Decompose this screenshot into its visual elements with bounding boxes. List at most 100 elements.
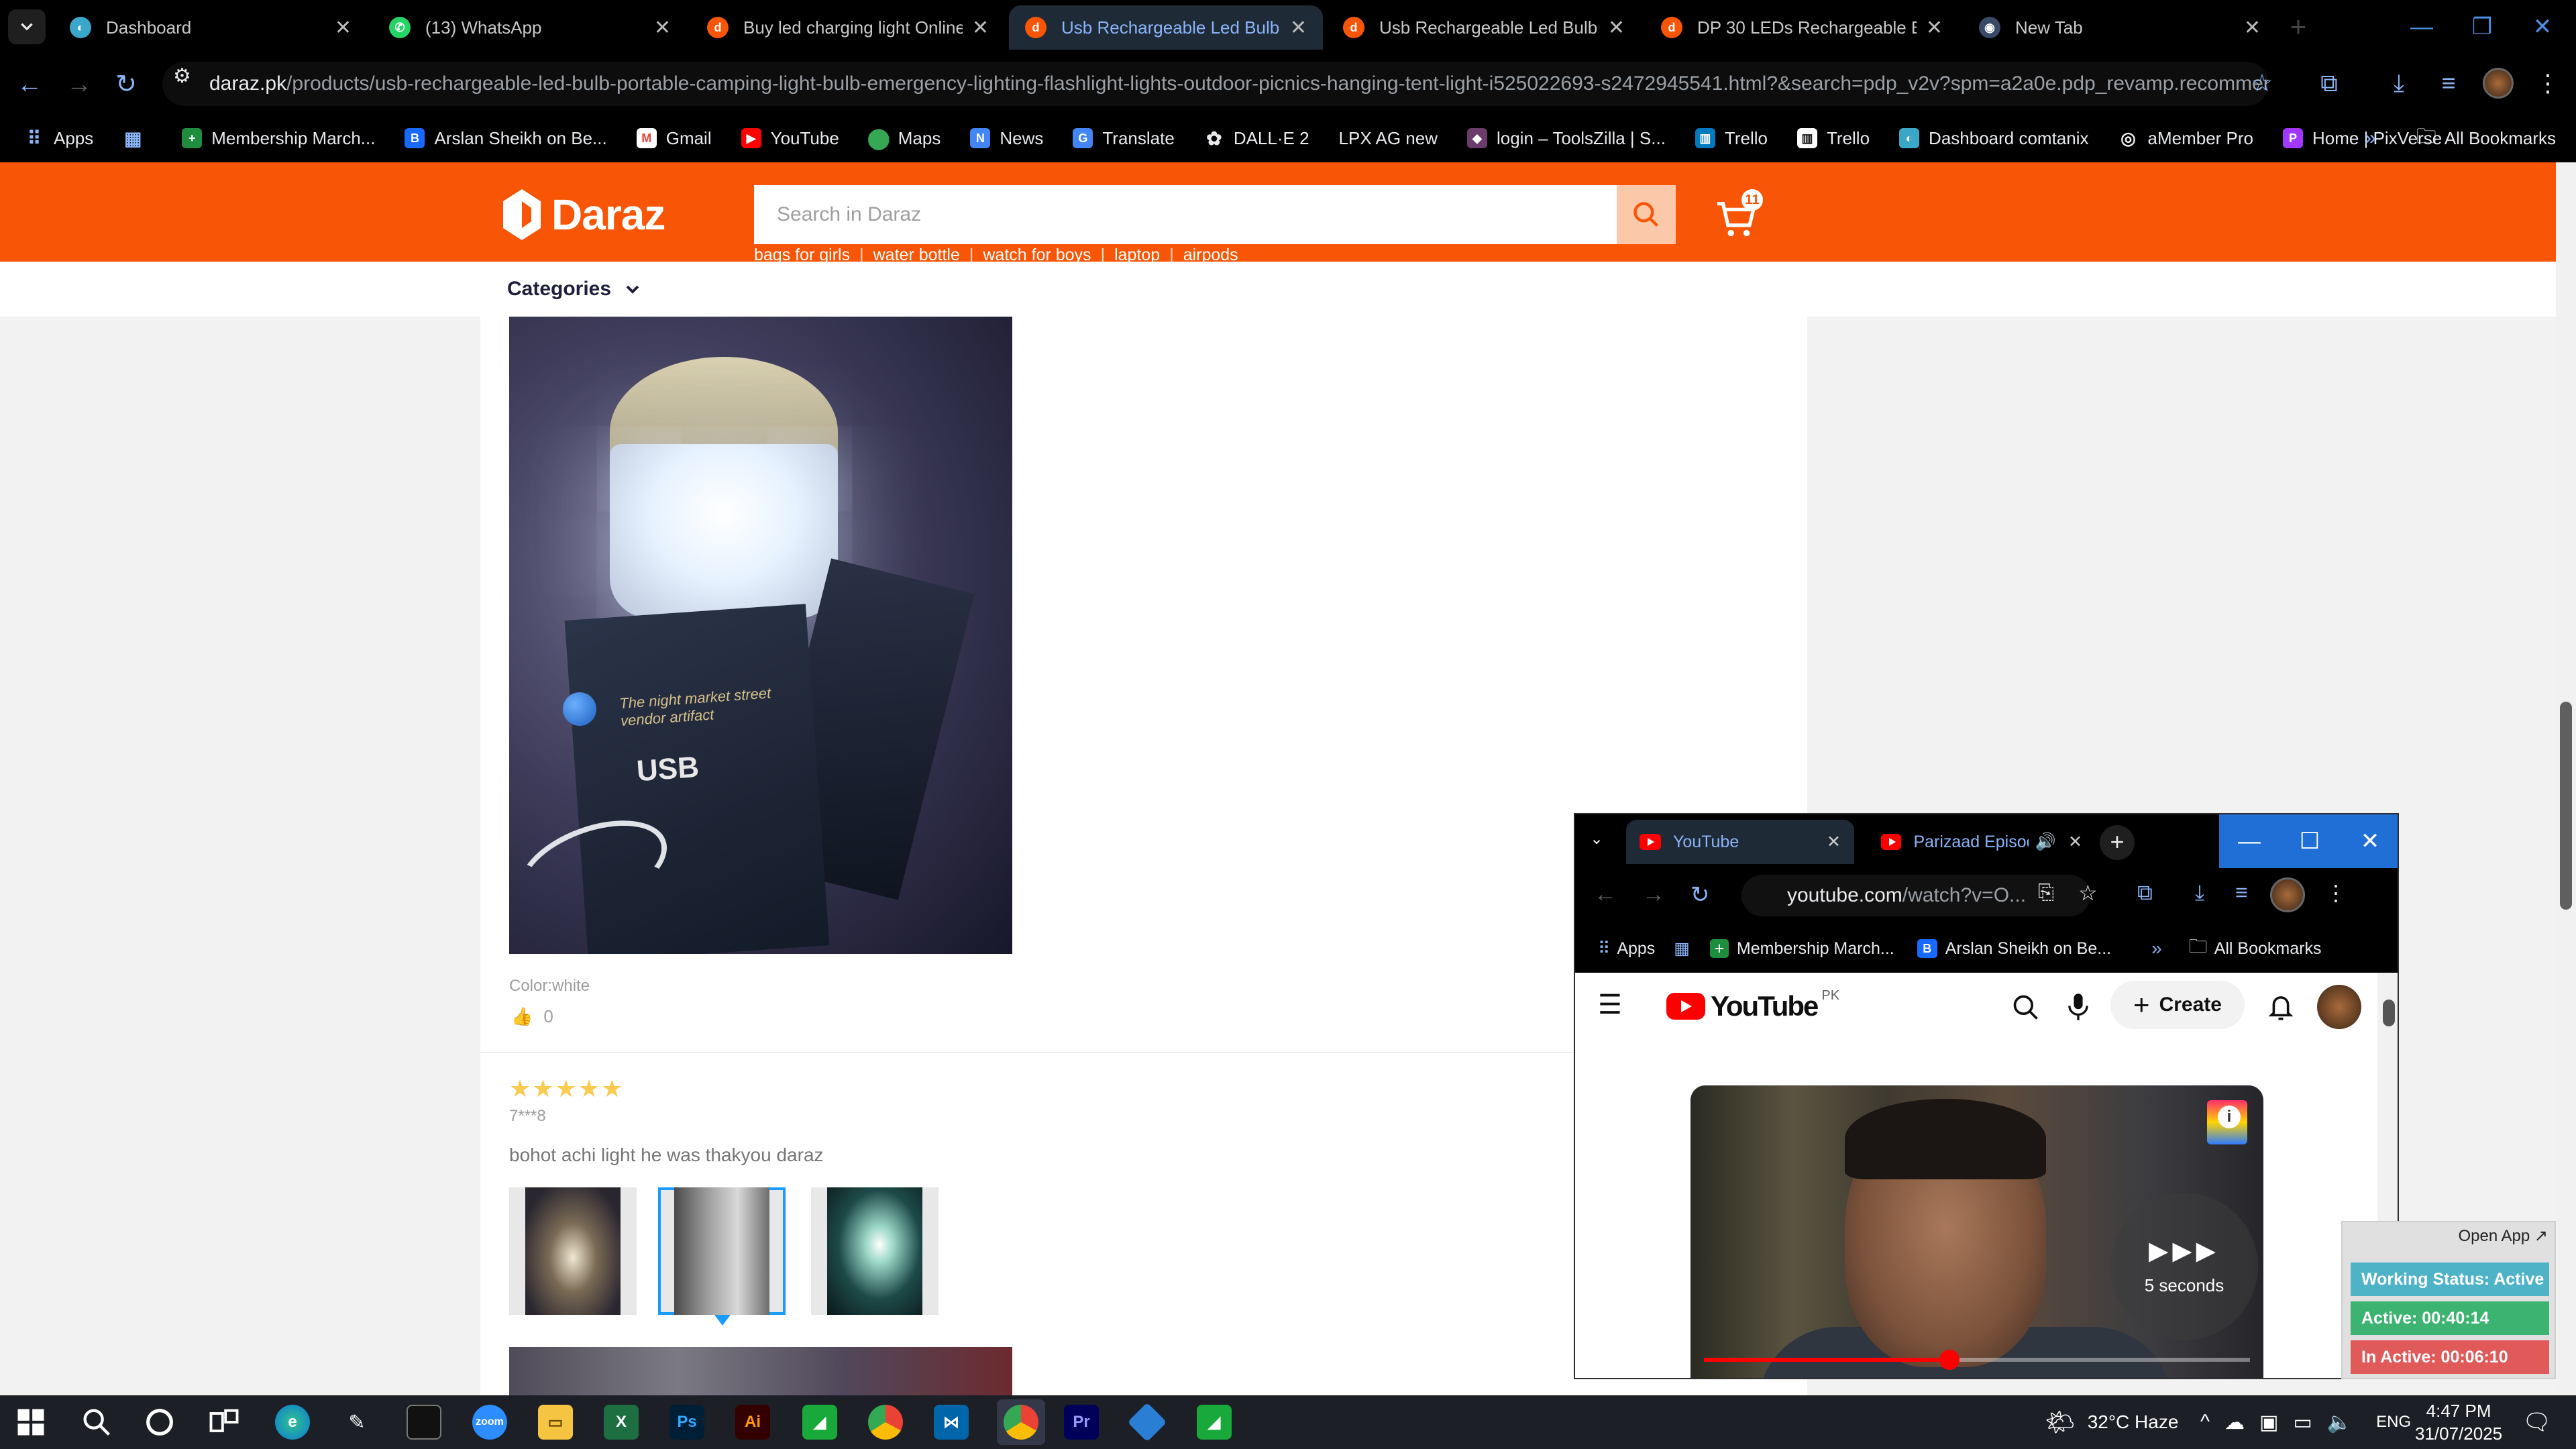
like-button[interactable]: 👍 0 [511,1006,553,1027]
bookmark-apps[interactable]: ⠿ Apps [24,128,94,149]
bookmark-membership[interactable]: Membership March... [1737,939,1894,959]
bookmark-tab-groups[interactable]: ▦ [123,128,152,149]
close-window-button[interactable]: ✕ [2509,0,2576,54]
photoshop-icon[interactable]: Ps [669,1405,704,1440]
skip-ad-overlay[interactable]: ▶▶▶ 5 seconds [2110,1193,2258,1340]
extensions-icon[interactable]: ⧉ [2310,64,2348,102]
close-icon[interactable]: ✕ [2068,832,2082,852]
tab-new-tab[interactable]: ◉ New Tab ✕ [1963,5,2277,50]
premiere-icon[interactable]: Pr [1064,1405,1099,1440]
open-app-link[interactable]: Open App ↗ [2458,1226,2548,1246]
create-button[interactable]: + Create [2110,981,2245,1029]
media-control-icon[interactable]: ≡ [2235,880,2248,905]
bookmark-youtube[interactable]: ▶ YouTube [741,128,839,149]
more-bookmarks-icon[interactable]: » [2365,127,2376,150]
bookmark-membership[interactable]: + Membership March... [182,128,375,149]
address-bar[interactable]: daraz.pk/products/usb-rechargeable-led-b… [162,62,2269,106]
chrome-active-icon[interactable] [1004,1405,1038,1440]
app-green-icon[interactable]: ◢ [802,1405,837,1440]
tab-dp30[interactable]: d DP 30 LEDs Rechargeable Bulb ✕ [1645,5,1959,50]
tab-buy-led[interactable]: d Buy led charging light Online a ✕ [691,5,1005,50]
language-indicator[interactable]: ENG [2376,1413,2411,1432]
search-button[interactable] [1617,185,1676,244]
more-bookmarks-icon[interactable]: » [2151,938,2162,959]
extensions-icon[interactable]: ⧉ [2137,880,2153,906]
tab-usb-bulb[interactable]: d Usb Rechargeable Led Bulb Por ✕ [1327,5,1641,50]
bookmark-star-icon[interactable]: ☆ [2243,64,2281,102]
bookmark-apps[interactable]: Apps [1617,939,1655,959]
download-icon[interactable]: ⤓ [2380,64,2418,102]
minimize-button[interactable]: — [2388,0,2455,54]
restore-button[interactable]: ❐ [2449,0,2516,54]
close-window-button[interactable]: ✕ [2340,814,2398,868]
cortana-icon[interactable] [142,1405,177,1440]
bookmark-gmail[interactable]: M Gmail [636,128,712,149]
windows-start-icon[interactable] [13,1405,48,1440]
bookmark-news[interactable]: N News [970,128,1043,149]
info-icon[interactable]: i [2218,1106,2241,1128]
speaker-icon[interactable]: 🔊 [2035,833,2056,852]
vscode-icon[interactable]: ⋈ [934,1405,969,1440]
menu-icon[interactable]: ⋮ [2325,880,2347,906]
video-player[interactable]: i ▶▶▶ 5 seconds [1690,1085,2263,1378]
close-icon[interactable]: ✕ [1290,16,1307,40]
search-input[interactable]: Search in Daraz [754,185,1617,244]
hamburger-menu-icon[interactable]: ☰ [1598,991,1626,1018]
edge-icon[interactable]: e [275,1405,310,1440]
bookmark-arslan[interactable]: B Arslan Sheikh on Be... [405,128,607,149]
menu-icon[interactable]: ⋮ [2529,64,2567,102]
app-green-2-icon[interactable]: ◢ [1197,1405,1232,1440]
network-icon[interactable]: ▭ [2293,1411,2312,1434]
tab-search-button[interactable] [8,9,46,44]
terminal-icon[interactable] [407,1405,441,1440]
file-explorer-icon[interactable]: ▭ [538,1405,573,1440]
bookmark-star-icon[interactable]: ☆ [2078,880,2098,906]
bookmark-comtanix[interactable]: ◐ Dashboard comtanix [1899,128,2089,149]
bookmark-lpx[interactable]: LPX AG new [1339,128,1438,149]
search-icon[interactable] [2011,993,2041,1022]
back-button[interactable]: ← [11,66,48,103]
video-progress-bar[interactable] [1704,1350,2250,1370]
profile-avatar[interactable] [2479,64,2517,102]
install-app-icon[interactable]: ⎘ [2038,881,2054,904]
close-icon[interactable]: ✕ [1827,832,1841,852]
bookmark-translate[interactable]: G Translate [1073,128,1175,149]
close-icon[interactable]: ✕ [2244,16,2261,40]
onedrive-icon[interactable]: ☁ [2224,1411,2245,1434]
categories-dropdown[interactable]: Categories [507,278,643,301]
daraz-logo[interactable]: Daraz [502,189,665,240]
close-icon[interactable]: ✕ [1926,16,1943,40]
all-bookmarks-button[interactable]: All Bookmarks [2445,128,2556,149]
pen-tool-icon[interactable]: ✎ [339,1405,374,1440]
close-icon[interactable]: ✕ [335,16,352,40]
illustrator-icon[interactable]: Ai [735,1405,770,1440]
chevron-down-icon[interactable]: ⌄ [1590,829,1603,849]
close-icon[interactable]: ✕ [972,16,989,40]
reload-button[interactable]: ↻ [1690,881,1710,908]
download-icon[interactable]: ⤓ [2195,880,2204,906]
bookmark-trello-1[interactable]: ▥ Trello [1695,128,1768,149]
search-icon[interactable] [79,1405,114,1440]
minimize-button[interactable]: — [2219,814,2279,868]
review-photo[interactable]: The night market street vendor artifact … [509,317,1012,954]
new-tab-button[interactable]: + [2100,825,2135,860]
display-icon[interactable]: ▣ [2259,1411,2278,1434]
media-control-icon[interactable]: ≡ [2430,64,2467,102]
close-icon[interactable]: ✕ [1608,16,1625,40]
tab-whatsapp[interactable]: ✆ (13) WhatsApp ✕ [373,5,687,50]
review-photo-next[interactable] [509,1347,1012,1395]
maximize-button[interactable]: ☐ [2279,814,2340,868]
bookmark-amember[interactable]: ◎ aMember Pro [2118,128,2253,149]
bookmark-maps[interactable]: ⬤ Maps [867,127,941,150]
site-info-icon[interactable]: ⚙ [173,64,197,89]
tab-dashboard[interactable]: ◐ Dashboard ✕ [54,5,368,50]
bookmark-toolszilla[interactable]: ◆ login – ToolsZilla | S... [1466,128,1666,149]
reload-button[interactable]: ↻ [107,66,145,103]
all-bookmarks-button[interactable]: All Bookmarks [2214,939,2322,959]
zoom-icon[interactable]: zoom [472,1405,507,1440]
review-thumbnail[interactable] [509,1187,637,1315]
weather-widget[interactable]: 🌤 32°C Haze [2045,1395,2178,1449]
review-thumbnail[interactable] [811,1187,938,1315]
bookmark-arslan[interactable]: Arslan Sheikh on Be... [1945,939,2111,959]
youtube-logo[interactable]: YouTube PK [1666,988,1839,1022]
